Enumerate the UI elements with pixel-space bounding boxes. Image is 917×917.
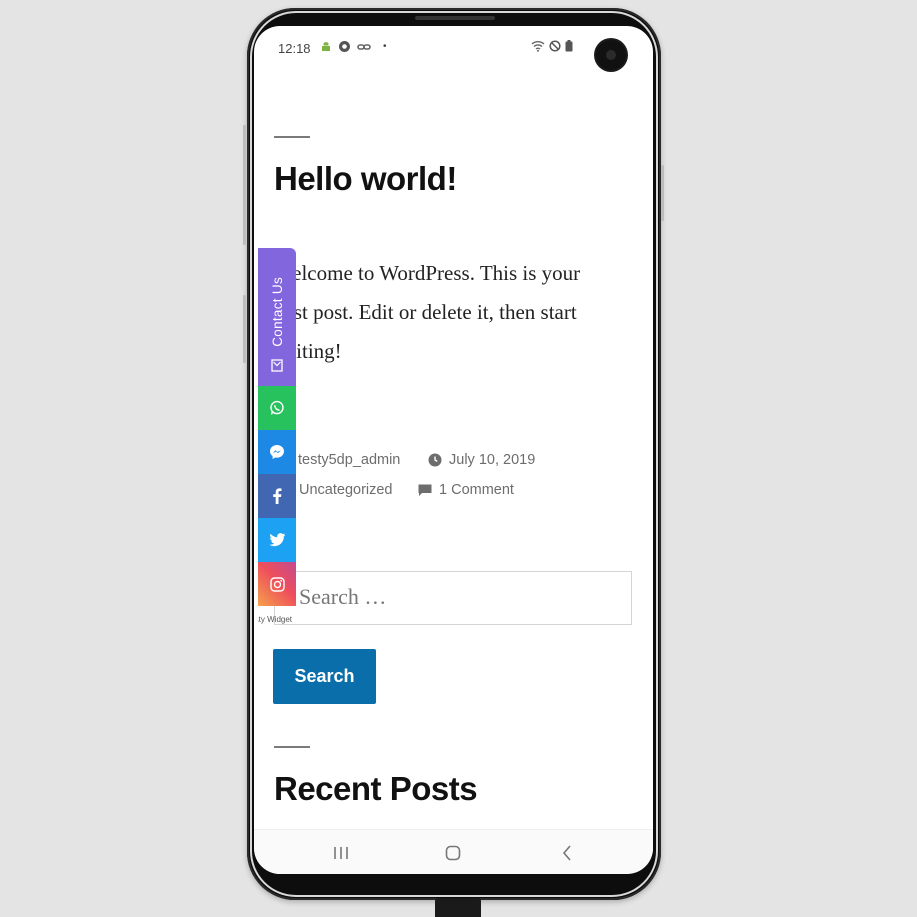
- power-button-hw: [661, 165, 664, 221]
- twitter-icon: [268, 533, 285, 547]
- instagram-icon: [269, 576, 285, 592]
- post-body: Welcome to WordPress. This is your first…: [274, 261, 581, 363]
- mail-icon: [271, 359, 283, 372]
- status-bar: 12:18 •: [254, 26, 653, 72]
- contact-us-tab[interactable]: Contact Us: [258, 248, 296, 386]
- android-icon: [322, 41, 330, 51]
- recent-apps-icon: [334, 847, 348, 859]
- whatsapp-button[interactable]: [258, 386, 296, 430]
- android-nav-bar: [254, 829, 653, 874]
- post-category[interactable]: Uncategorized: [299, 482, 393, 498]
- status-time: 12:18: [278, 41, 311, 56]
- post-date-meta: July 10, 2019: [428, 452, 535, 468]
- post-author-meta: testy5dp_admin: [278, 452, 400, 468]
- sync-icon: [339, 41, 350, 52]
- wifi-icon: [531, 41, 545, 52]
- comment-icon: [418, 484, 432, 496]
- contact-us-label: Contact Us: [269, 277, 285, 347]
- post-title[interactable]: Hello world!: [274, 160, 457, 198]
- phone-screen: 12:18 • Hello world! Welcome to WordPres…: [254, 26, 653, 874]
- more-notifications-dot: •: [383, 41, 387, 52]
- messenger-button[interactable]: [258, 430, 296, 474]
- status-system-icons: [531, 40, 573, 52]
- front-camera: [596, 40, 626, 70]
- home-icon: [445, 845, 461, 861]
- facebook-icon: [273, 488, 282, 504]
- do-not-disturb-icon: [549, 40, 561, 52]
- instagram-button[interactable]: [258, 562, 296, 606]
- post-comments-link[interactable]: 1 Comment: [439, 482, 514, 498]
- status-notification-icons: •: [320, 40, 387, 53]
- widget-powered-by[interactable]: Chaty Widget: [258, 615, 298, 624]
- back-button[interactable]: [556, 842, 578, 864]
- recent-posts-heading: Recent Posts: [274, 770, 478, 807]
- clock-icon: [428, 453, 442, 467]
- earpiece-speaker: [415, 16, 495, 20]
- whatsapp-icon: [270, 400, 284, 415]
- post-date[interactable]: July 10, 2019: [449, 452, 535, 468]
- battery-icon: [565, 40, 573, 52]
- post-author[interactable]: testy5dp_admin: [298, 452, 400, 468]
- twitter-button[interactable]: [258, 518, 296, 562]
- messenger-icon: [270, 445, 284, 459]
- post-divider: [274, 136, 310, 138]
- floating-contact-widget: Contact Us: [258, 248, 296, 606]
- usb-cable: [435, 898, 481, 917]
- search-input[interactable]: Search …: [274, 571, 632, 625]
- widget-divider: [274, 746, 310, 748]
- recent-apps-button[interactable]: [330, 842, 352, 864]
- home-button[interactable]: [442, 842, 464, 864]
- volume-up-button-hw: [243, 125, 246, 245]
- back-icon: [562, 845, 571, 861]
- search-button[interactable]: Search: [273, 649, 376, 704]
- facebook-button[interactable]: [258, 474, 296, 518]
- link-icon: [357, 43, 371, 50]
- bixby-button-hw: [243, 295, 246, 363]
- post-comments-meta: 1 Comment: [418, 482, 514, 498]
